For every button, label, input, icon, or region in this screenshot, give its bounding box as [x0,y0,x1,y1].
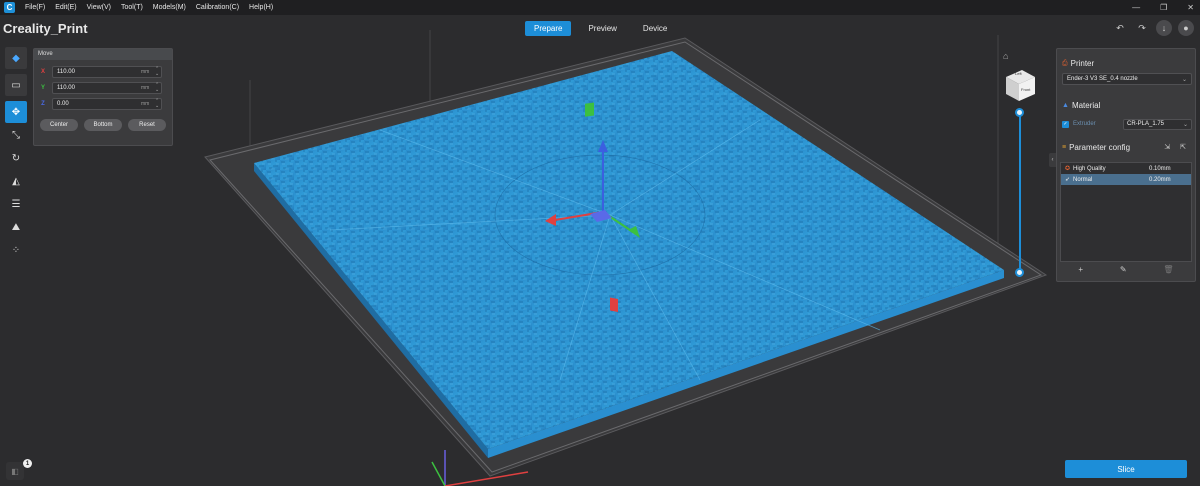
material-title: Material [1071,101,1101,110]
profile-footer: + ✎ 🗑 [1060,263,1192,276]
lay-flat-icon[interactable]: ◭ [5,170,27,192]
material-select-value: CR-PLA_1.75 [1127,121,1165,127]
param-title: Parameter config [1069,143,1131,152]
delete-profile-button[interactable]: 🗑 [1163,265,1173,274]
creality-logo-icon: C [4,2,15,13]
folder-icon[interactable]: ▭ [5,74,27,96]
download-icon[interactable]: ↓ [1156,20,1172,36]
profile-value: 0.10mm [1149,165,1171,172]
import-icon[interactable]: ⇲ [1164,143,1170,151]
close-icon[interactable]: ✕ [1187,3,1194,12]
home-icon[interactable]: ⌂ [1003,51,1008,61]
x-row: X 110.00 mm ⌃ ⌄ [34,64,172,79]
tab-preview[interactable]: Preview [579,21,625,36]
printer-select[interactable]: Ender-3 V3 SE_0.4 nozzle ⌄ [1062,73,1192,85]
export-icon[interactable]: ⇱ [1180,143,1186,151]
x-unit: mm [141,68,150,75]
chevron-down-icon: ⌄ [1182,121,1188,128]
profile-name: High Quality [1073,165,1106,172]
z-axis-label: Z [41,100,45,107]
printer-title: Printer [1070,59,1095,68]
move-panel: Move X 110.00 mm ⌃ ⌄ Y 110.00 mm ⌃ ⌄ Z 0.0… [33,48,173,146]
layer-slider-top-handle[interactable] [1015,108,1024,117]
arrange-icon[interactable]: ⁘ [5,239,27,261]
menu-calibration[interactable]: Calibration(C) [196,4,239,11]
edit-profile-button[interactable]: ✎ [1120,265,1127,274]
layer-slider-bottom-handle[interactable] [1015,268,1024,277]
menu-models[interactable]: Models(M) [153,4,186,11]
z-unit: mm [141,100,150,107]
support-icon[interactable]: ⛰ [5,216,27,238]
minimize-icon[interactable]: — [1132,3,1140,12]
x-stepper[interactable]: ⌃ ⌄ [155,66,159,77]
tab-device[interactable]: Device [634,21,676,36]
move-buttons: Center Bottom Reset [34,111,172,131]
profile-high-quality[interactable]: ✪ High Quality 0.10mm [1061,163,1191,174]
printer-select-value: Ender-3 V3 SE_0.4 nozzle [1067,76,1138,82]
move-icon[interactable]: ✥ [5,101,27,123]
y-stepper[interactable]: ⌃ ⌄ [155,82,159,93]
rocket-icon: ➶ [1065,177,1071,183]
menu-help[interactable]: Help(H) [249,4,273,11]
param-icon: ≡ [1062,144,1067,151]
param-section: ≡ Parameter config [1062,143,1130,152]
layer-slider-track[interactable] [1019,113,1021,273]
app-window: Left Front ⌂ C File(F) Edit(E) View(V) T… [0,0,1200,486]
slice-button[interactable]: Slice [1065,460,1187,478]
material-icon: ▲ [1062,102,1069,109]
x-axis-label: X [40,68,45,75]
y-unit: mm [141,84,150,91]
profile-normal[interactable]: ➶ Normal 0.20mm [1061,174,1191,185]
redo-icon[interactable]: ↷ [1134,20,1150,36]
menu-file[interactable]: File(F) [25,4,45,11]
profile-value: 0.20mm [1149,176,1171,183]
rotate-icon[interactable]: ↻ [5,147,27,169]
app-title: Creality_Print [3,21,88,36]
profile-list: ✪ High Quality 0.10mm ➶ Normal 0.20mm [1060,162,1192,262]
move-panel-title: Move [34,49,172,60]
z-stepper[interactable]: ⌃ ⌄ [155,98,159,109]
user-icon[interactable]: ● [1178,20,1194,36]
printer-section: ⎙ Printer [1062,59,1094,68]
left-toolbar: ◆ ▭ ✥ ⤡ ↻ ◭ ☰ ⛰ ⁘ [5,47,29,262]
add-profile-button[interactable]: + [1078,265,1083,274]
restore-icon[interactable]: ❐ [1160,3,1167,12]
menu-view[interactable]: View(V) [87,4,111,11]
y-axis-label: Y [40,84,45,91]
extruder-label: Extruder [1073,121,1096,127]
center-button[interactable]: Center [40,119,78,131]
cube-icon[interactable]: ◆ [5,47,27,69]
material-section: ▲ Material [1062,101,1100,110]
list-icon[interactable]: ☰ [5,193,27,215]
extruder-row: ✓ Extruder CR-PLA_1.75 ⌄ [1062,118,1192,130]
menu-edit[interactable]: Edit(E) [55,4,76,11]
menubar: C File(F) Edit(E) View(V) Tool(T) Models… [0,0,1200,15]
z-row: Z 0.00 mm ⌃ ⌄ [34,96,172,111]
view-cube-top-label: Left [1015,71,1022,76]
chevron-down-icon: ⌄ [1181,76,1187,83]
right-panel: ⎙ Printer Ender-3 V3 SE_0.4 nozzle ⌄ ▲ M… [1056,48,1196,282]
quality-icon: ✪ [1065,166,1071,172]
y-row: Y 110.00 mm ⌃ ⌄ [34,80,172,95]
top-right-actions: ↶ ↷ ↓ ● [1112,20,1194,36]
tab-prepare[interactable]: Prepare [525,21,572,36]
message-icon[interactable]: ◧ [6,462,24,480]
profile-name: Normal [1073,176,1093,183]
material-select[interactable]: CR-PLA_1.75 ⌄ [1123,118,1192,130]
bottom-button[interactable]: Bottom [84,119,122,131]
undo-icon[interactable]: ↶ [1112,20,1128,36]
scale-icon[interactable]: ⤡ [5,124,27,146]
reset-button[interactable]: Reset [128,119,166,131]
extruder-checkbox[interactable]: ✓ [1062,120,1069,128]
menu-tool[interactable]: Tool(T) [121,4,143,11]
param-actions: ⇲ ⇱ [1164,143,1186,151]
mode-tabs: Prepare Preview Device [525,21,676,36]
view-cube-front-label: Front [1021,87,1031,92]
panel-collapse-icon[interactable]: ‹ [1049,153,1056,167]
printer-icon: ⎙ [1062,59,1068,67]
notification-badge: 1 [23,459,32,468]
window-controls: — ❐ ✕ [1132,0,1194,15]
